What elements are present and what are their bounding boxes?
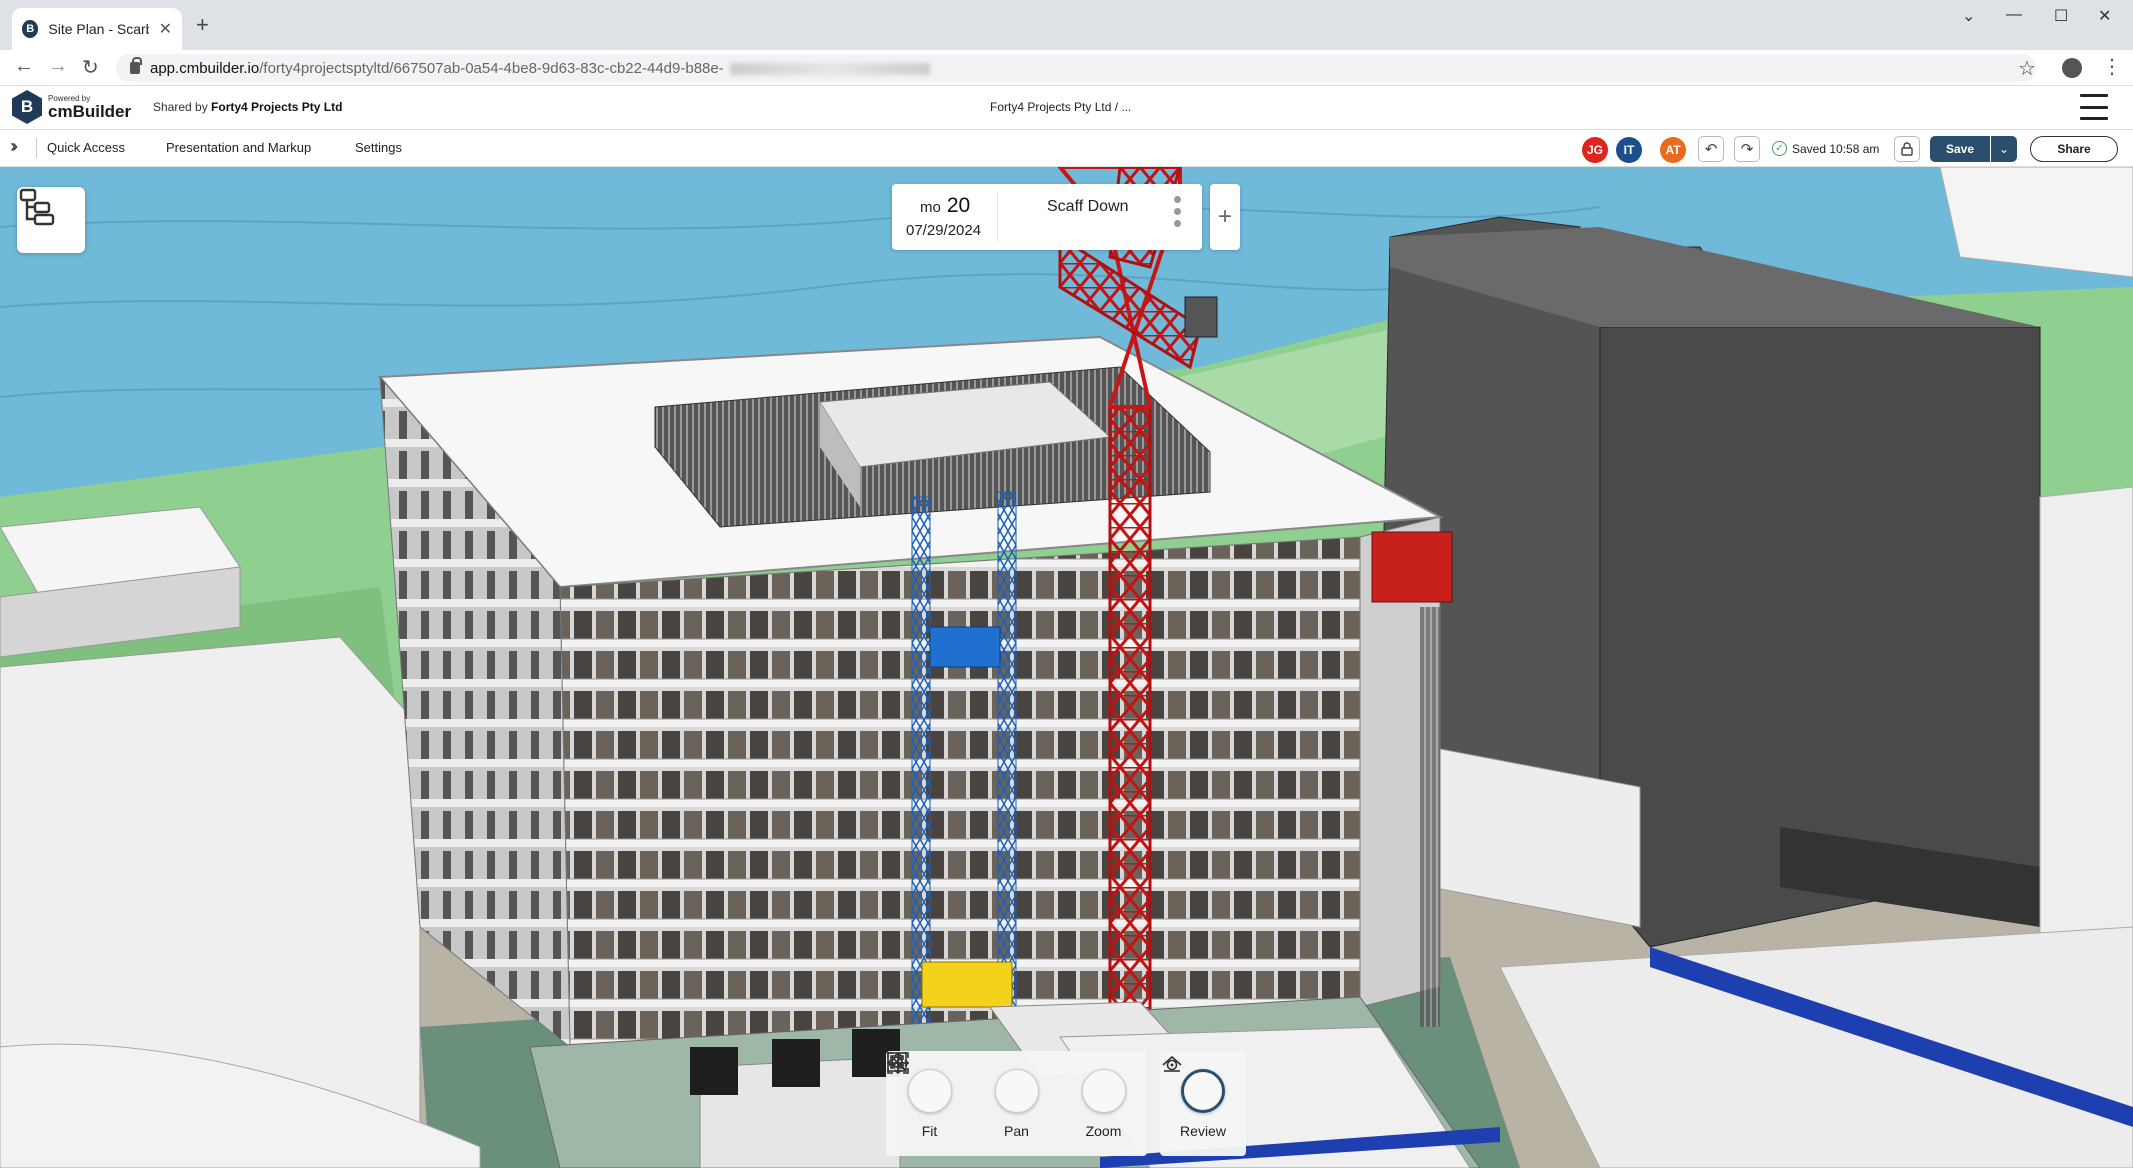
avatar-jg[interactable]: JG: [1582, 137, 1608, 163]
new-tab-icon[interactable]: +: [196, 12, 209, 38]
tab-title: Site Plan - Scarboro: [48, 21, 148, 37]
pan-icon[interactable]: [886, 1051, 1039, 1113]
model-viewport[interactable]: mo 20 07/29/2024 Scaff Down + Fit Pan Zo…: [0, 167, 2133, 1168]
menu-presentation-and-markup[interactable]: Presentation and Markup: [166, 140, 311, 155]
model-tree-button[interactable]: [17, 187, 85, 253]
brand-name: cmBuilder: [48, 101, 132, 121]
browser-address-bar: ← → ↻ app.cmbuilder.io/forty4projectspty…: [0, 50, 2133, 86]
bookmark-star-icon[interactable]: ☆: [2018, 56, 2036, 81]
avatar-it[interactable]: IT: [1616, 137, 1642, 163]
fit-icon[interactable]: [887, 1052, 952, 1113]
pan-tool[interactable]: Pan: [886, 1051, 1060, 1156]
save-status: ✓ Saved 10:58 am: [1772, 141, 1879, 156]
review-toolbar: Review: [1160, 1051, 1246, 1156]
review-icon[interactable]: [1162, 1055, 1225, 1113]
review-tool[interactable]: Review: [1160, 1051, 1246, 1156]
profile-icon[interactable]: [2062, 58, 2082, 78]
padlock-icon: [1901, 142, 1913, 156]
shared-by-label: Shared by Forty4 Projects Pty Ltd: [153, 100, 343, 114]
menu-quick-access[interactable]: Quick Access: [47, 140, 125, 155]
toolbar-divider: [36, 138, 37, 158]
app-toolbar: ›› Quick Access Presentation and Markup …: [0, 130, 2133, 167]
phase-date: 07/29/2024: [906, 222, 982, 239]
tab-close-icon[interactable]: ✕: [159, 19, 172, 39]
menu-settings[interactable]: Settings: [355, 140, 402, 155]
phase-day: mo 20: [920, 194, 970, 218]
share-button[interactable]: Share: [2030, 136, 2118, 162]
back-arrow-icon[interactable]: ←: [14, 55, 34, 78]
browser-tab-bar: B Site Plan - Scarboro ✕ + ⌄ — ☐ ✕: [0, 0, 2133, 50]
close-window-icon[interactable]: ✕: [2098, 6, 2111, 26]
phase-day-number: 20: [946, 194, 971, 217]
phase-more-options-icon[interactable]: [1174, 196, 1181, 227]
cmbuilder-logo-icon: B: [12, 90, 42, 124]
site-model-render: [0, 167, 2133, 1168]
minimize-icon[interactable]: —: [2006, 6, 2022, 24]
browser-menu-icon[interactable]: ⋮: [2102, 54, 2122, 79]
undo-button[interactable]: ↶: [1698, 136, 1724, 162]
url-path: /forty4projectsptyltd/667507ab-0a54-4be8…: [259, 59, 724, 77]
phase-divider: [997, 192, 998, 242]
save-options-chevron-icon[interactable]: ⌄: [1991, 136, 2017, 162]
phase-day-of-week: mo: [920, 199, 941, 216]
hierarchy-tree-icon: [19, 188, 55, 226]
navigation-toolbar: Fit Pan Zoom: [886, 1051, 1147, 1156]
pan-label: Pan: [1004, 1123, 1029, 1139]
phase-name: Scaff Down: [1047, 198, 1129, 215]
add-phase-button[interactable]: +: [1210, 184, 1240, 250]
tab-search-chevron-icon[interactable]: ⌄: [1962, 6, 1975, 26]
cmbuilder-favicon-icon: B: [22, 20, 39, 38]
brand-logo[interactable]: B Powered by cmBuilder: [12, 90, 131, 124]
expand-panel-icon[interactable]: ››: [10, 136, 18, 157]
hamburger-menu-icon[interactable]: [2080, 94, 2108, 120]
lock-icon[interactable]: [130, 57, 142, 74]
redo-button[interactable]: ↷: [1734, 136, 1760, 162]
phase-card[interactable]: mo 20 07/29/2024 Scaff Down: [892, 184, 1202, 250]
saved-label: Saved 10:58 am: [1792, 141, 1880, 156]
undo-icon: ↶: [1704, 141, 1718, 158]
zoom-label: Zoom: [1085, 1123, 1122, 1139]
save-button[interactable]: Save: [1930, 136, 1990, 162]
avatar-at[interactable]: AT: [1660, 137, 1686, 163]
lock-button[interactable]: [1894, 136, 1920, 162]
reload-icon[interactable]: ↻: [82, 55, 99, 80]
breadcrumb[interactable]: Forty4 Projects Pty Ltd / ...: [990, 100, 1131, 114]
redo-icon: ↷: [1740, 141, 1754, 158]
check-circle-icon: ✓: [1772, 141, 1787, 156]
url-host: app.cmbuilder.io: [150, 59, 260, 77]
plus-icon: +: [1217, 203, 1232, 230]
review-label: Review: [1180, 1123, 1226, 1139]
zoom-icon[interactable]: [887, 1052, 1126, 1113]
fit-label: Fit: [921, 1123, 938, 1139]
url-field[interactable]: app.cmbuilder.io/forty4projectsptyltd/66…: [116, 54, 2036, 82]
maximize-icon[interactable]: ☐: [2054, 6, 2068, 26]
url-redacted: [729, 62, 930, 75]
zoom-tool[interactable]: Zoom: [887, 1051, 1147, 1156]
shared-owner: Forty4 Projects Pty Ltd: [211, 100, 343, 114]
forward-arrow-icon[interactable]: →: [48, 55, 68, 78]
browser-tab[interactable]: B Site Plan - Scarboro ✕: [12, 8, 182, 50]
app-header: B Powered by cmBuilder Shared by Forty4 …: [0, 86, 2133, 130]
